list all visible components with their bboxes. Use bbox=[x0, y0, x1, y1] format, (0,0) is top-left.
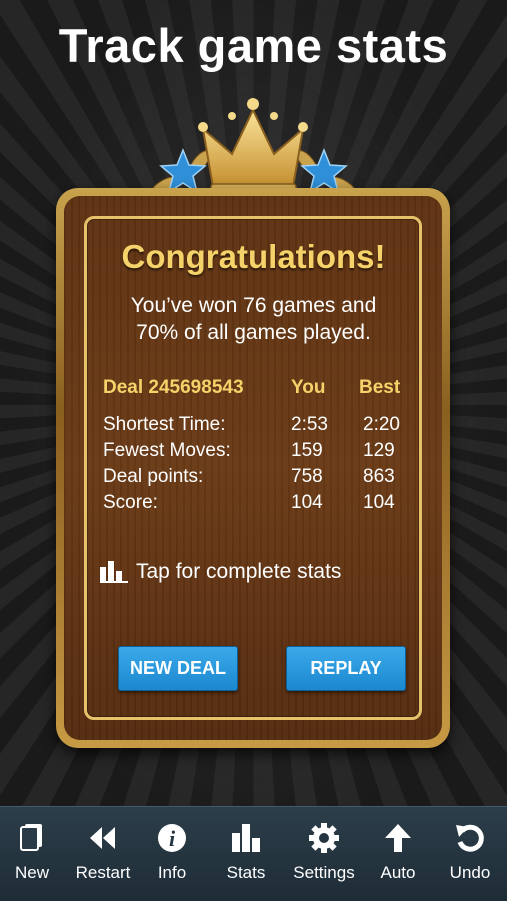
complete-stats-label: Tap for complete stats bbox=[136, 560, 342, 583]
arrow-up-icon bbox=[385, 824, 411, 852]
won-summary-line1: You’ve won 76 games and bbox=[130, 294, 377, 317]
row-you-value: 758 bbox=[291, 466, 323, 487]
table-header: Deal 245698543 You Best bbox=[103, 376, 423, 400]
svg-text:i: i bbox=[169, 826, 176, 851]
complete-stats-link[interactable]: Tap for complete stats bbox=[100, 560, 341, 584]
row-label: Deal points: bbox=[103, 466, 204, 487]
rewind-icon bbox=[90, 827, 115, 849]
toolbar-label: Stats bbox=[226, 863, 266, 882]
row-best-value: 129 bbox=[363, 440, 395, 461]
toolbar-label: Settings bbox=[293, 863, 355, 882]
row-you-value: 159 bbox=[291, 440, 323, 461]
toolbar-info-button[interactable]: i Info bbox=[142, 807, 202, 901]
toolbar-label: New bbox=[14, 863, 49, 882]
toolbar-stats-button[interactable]: Stats bbox=[214, 807, 278, 901]
bar-chart-icon bbox=[232, 824, 260, 852]
bottom-toolbar: New Restart i Info Stats Settings Auto U… bbox=[0, 806, 507, 901]
dialog-title: Congratulations! bbox=[121, 238, 386, 275]
undo-icon bbox=[456, 824, 484, 852]
replay-button[interactable]: REPLAY bbox=[286, 646, 406, 691]
toolbar-restart-button[interactable]: Restart bbox=[64, 807, 142, 901]
toolbar-new-button[interactable]: New bbox=[0, 807, 64, 901]
crown-icon bbox=[201, 107, 305, 188]
row-best-value: 104 bbox=[363, 492, 395, 513]
row-label: Fewest Moves: bbox=[103, 440, 231, 461]
row-label: Score: bbox=[103, 492, 158, 513]
row-label: Shortest Time: bbox=[103, 414, 226, 435]
toolbar-label: Restart bbox=[75, 863, 131, 882]
row-best-value: 863 bbox=[363, 466, 395, 487]
table-row: Shortest Time: 2:53 2:20 bbox=[103, 412, 423, 438]
deal-stats-table: Deal 245698543 You Best Shortest Time: 2… bbox=[103, 376, 423, 516]
toolbar-label: Auto bbox=[380, 863, 416, 882]
won-summary: You’ve won 76 games and 70% of all games… bbox=[0, 292, 507, 346]
row-you-value: 104 bbox=[291, 492, 323, 513]
toolbar-settings-button[interactable]: Settings bbox=[286, 807, 362, 901]
row-best-value: 2:20 bbox=[363, 414, 400, 435]
deal-number: Deal 245698543 bbox=[103, 377, 244, 398]
toolbar-label: Undo bbox=[449, 863, 491, 882]
headline: Track game stats bbox=[58, 19, 449, 72]
info-icon: i bbox=[158, 824, 186, 852]
table-row: Deal points: 758 863 bbox=[103, 464, 423, 490]
bar-chart-icon bbox=[100, 561, 128, 583]
cards-icon bbox=[20, 824, 42, 851]
table-row: Score: 104 104 bbox=[103, 490, 423, 516]
row-you-value: 2:53 bbox=[291, 414, 328, 435]
new-deal-button[interactable]: NEW DEAL bbox=[118, 646, 238, 691]
column-best: Best bbox=[359, 377, 401, 398]
table-row: Fewest Moves: 159 129 bbox=[103, 438, 423, 464]
toolbar-label: Info bbox=[157, 863, 187, 882]
gear-icon bbox=[309, 823, 339, 853]
toolbar-undo-button[interactable]: Undo bbox=[440, 807, 500, 901]
toolbar-auto-button[interactable]: Auto bbox=[372, 807, 424, 901]
column-you: You bbox=[291, 377, 326, 398]
won-summary-line2: 70% of all games played. bbox=[136, 321, 371, 344]
